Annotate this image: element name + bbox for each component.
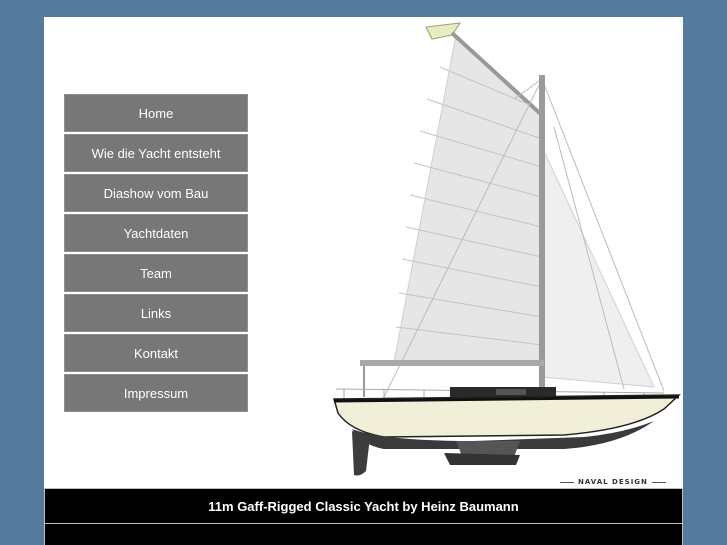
- yacht-drawing: [333, 22, 681, 476]
- keel-bulb: [444, 453, 520, 465]
- main-navigation: Home Wie die Yacht entsteht Diashow vom …: [64, 94, 248, 414]
- nav-item-home[interactable]: Home: [64, 94, 248, 132]
- page-container: Home Wie die Yacht entsteht Diashow vom …: [44, 17, 683, 545]
- nav-item-yachtdaten[interactable]: Yachtdaten: [64, 214, 248, 252]
- footer-lower-bar: [44, 524, 683, 545]
- nav-item-kontakt[interactable]: Kontakt: [64, 334, 248, 372]
- nav-item-wie-die-yacht-entsteht[interactable]: Wie die Yacht entsteht: [64, 134, 248, 172]
- nav-item-team[interactable]: Team: [64, 254, 248, 292]
- jib-sail: [541, 146, 655, 388]
- naval-design-signature: NAVAL DESIGN: [556, 478, 670, 486]
- mast: [539, 75, 545, 397]
- rudder: [352, 431, 370, 476]
- naval-design-text: NAVAL DESIGN: [578, 478, 648, 486]
- footer-title: 11m Gaff-Rigged Classic Yacht by Heinz B…: [44, 488, 683, 524]
- nav-item-links[interactable]: Links: [64, 294, 248, 332]
- nav-item-impressum[interactable]: Impressum: [64, 374, 248, 412]
- footer-bar: 11m Gaff-Rigged Classic Yacht by Heinz B…: [44, 488, 683, 545]
- boom: [360, 360, 544, 366]
- nav-item-diashow-vom-bau[interactable]: Diashow vom Bau: [64, 174, 248, 212]
